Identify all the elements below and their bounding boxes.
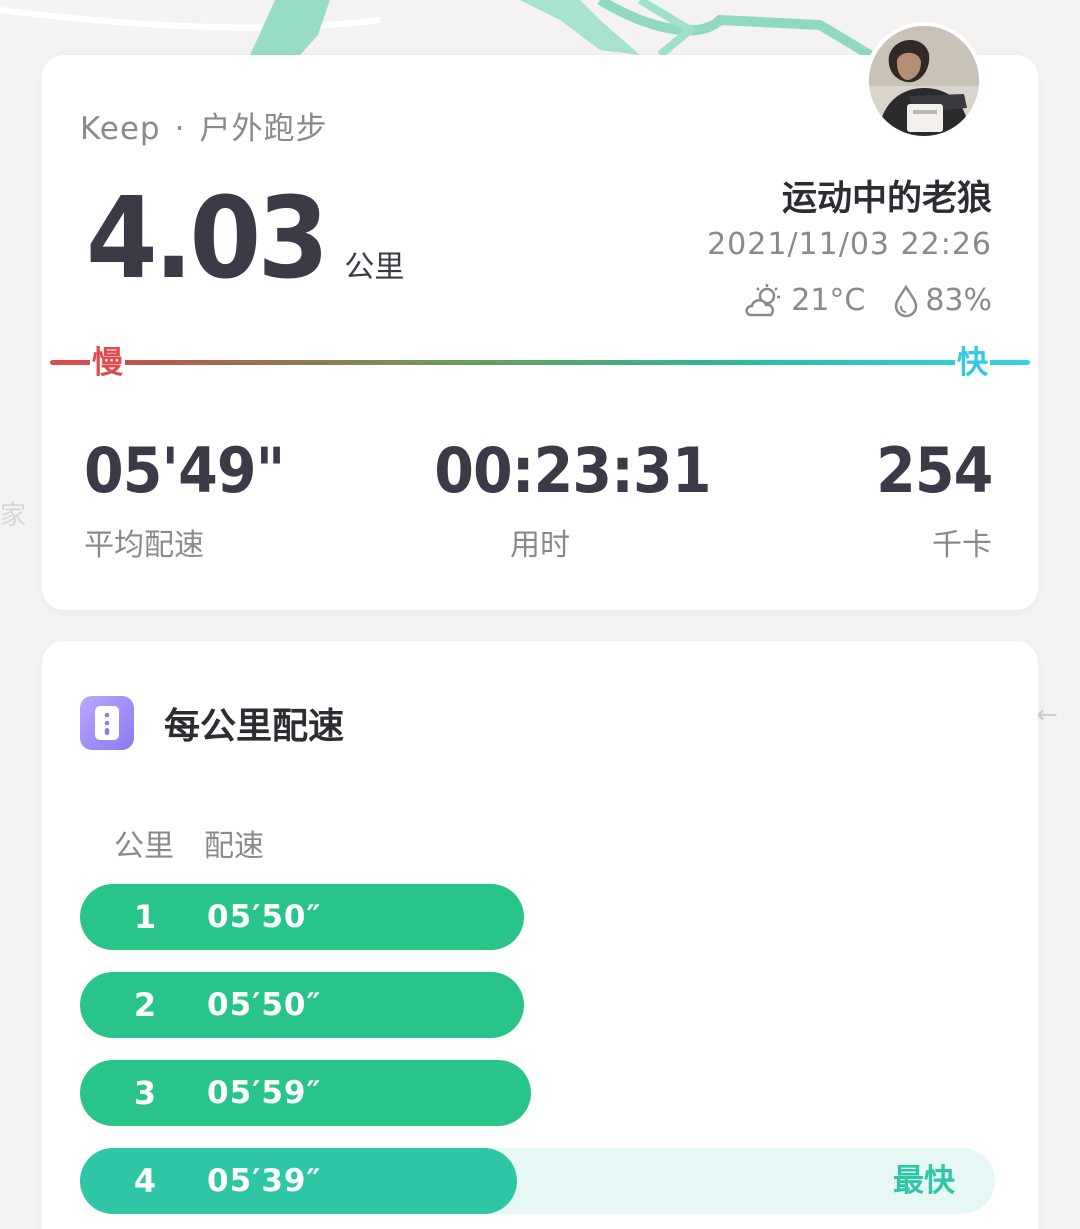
distance-display: 4.03 公里 xyxy=(86,183,404,295)
pace-section-title: 每公里配速 xyxy=(164,706,345,747)
avatar-image xyxy=(869,26,979,136)
pace-row-fastest: 4 05′39″ 最快 xyxy=(80,1148,995,1214)
distance-value: 4.03 xyxy=(86,174,329,304)
speed-gradient xyxy=(50,360,1030,365)
pace-km: 2 xyxy=(133,986,157,1024)
column-pace: 配速 xyxy=(204,829,264,864)
duration-label: 用时 xyxy=(510,528,570,563)
fastest-badge: 最快 xyxy=(893,1163,955,1199)
run-summary-page: 家 ← Keep · 户外跑步 4.03 公里 运动中的老狼 2021/11/0… xyxy=(0,0,1080,1229)
speed-legend: 慢 快 xyxy=(50,343,1030,383)
run-summary-card: Keep · 户外跑步 4.03 公里 运动中的老狼 2021/11/03 22… xyxy=(42,22,1038,610)
pace-section-header: 每公里配速 xyxy=(80,696,344,750)
username: 运动中的老狼 xyxy=(781,179,992,219)
avg-pace-value: 05'49" xyxy=(84,434,285,507)
column-km: 公里 xyxy=(114,829,174,864)
pace-km: 3 xyxy=(133,1074,157,1112)
temperature: 21°C xyxy=(791,283,866,318)
activity-type: 户外跑步 xyxy=(199,111,328,147)
pace-time: 05′50″ xyxy=(207,987,322,1023)
avg-pace-stat: 05'49" 平均配速 xyxy=(84,440,302,564)
calories-label: 千卡 xyxy=(932,528,992,563)
separator: · xyxy=(174,111,186,147)
pace-row: 3 05′59″ xyxy=(80,1060,995,1126)
slow-label: 慢 xyxy=(90,343,125,383)
pace-km: 1 xyxy=(133,898,157,936)
water-drop-icon xyxy=(893,284,919,318)
pace-row: 2 05′50″ xyxy=(80,972,995,1038)
pace-table-header: 公里 配速 xyxy=(114,821,264,865)
pace-time: 05′50″ xyxy=(207,899,322,935)
distance-unit: 公里 xyxy=(344,250,405,285)
pace-per-km-card: 每公里配速 公里 配速 1 05′50″ 2 05′50″ 3 05′59″ 4… xyxy=(42,641,1038,1229)
calories-stat: 254 千卡 xyxy=(866,434,993,564)
map-label: 家 xyxy=(0,501,27,531)
pace-time: 05′59″ xyxy=(207,1075,322,1111)
pace-row: 1 05′50″ xyxy=(80,884,995,950)
humidity: 83% xyxy=(925,283,992,318)
avatar[interactable] xyxy=(865,22,983,140)
calories-value: 254 xyxy=(875,434,993,507)
partly-cloudy-icon xyxy=(743,283,785,318)
activity-source: Keep · 户外跑步 xyxy=(80,103,327,148)
activity-datetime: 2021/11/03 22:26 xyxy=(707,227,992,262)
map-arrow-icon: ← xyxy=(1036,700,1058,730)
ruler-icon xyxy=(80,696,134,750)
weather-info: 21°C 83% xyxy=(743,283,992,318)
duration-value: 00:23:31 xyxy=(434,434,711,507)
app-name: Keep xyxy=(80,111,161,147)
duration-stat: 00:23:31 用时 xyxy=(425,434,711,564)
pace-km: 4 xyxy=(133,1162,157,1200)
pace-time: 05′39″ xyxy=(207,1163,322,1199)
avg-pace-label: 平均配速 xyxy=(84,528,204,563)
fast-label: 快 xyxy=(955,343,990,383)
